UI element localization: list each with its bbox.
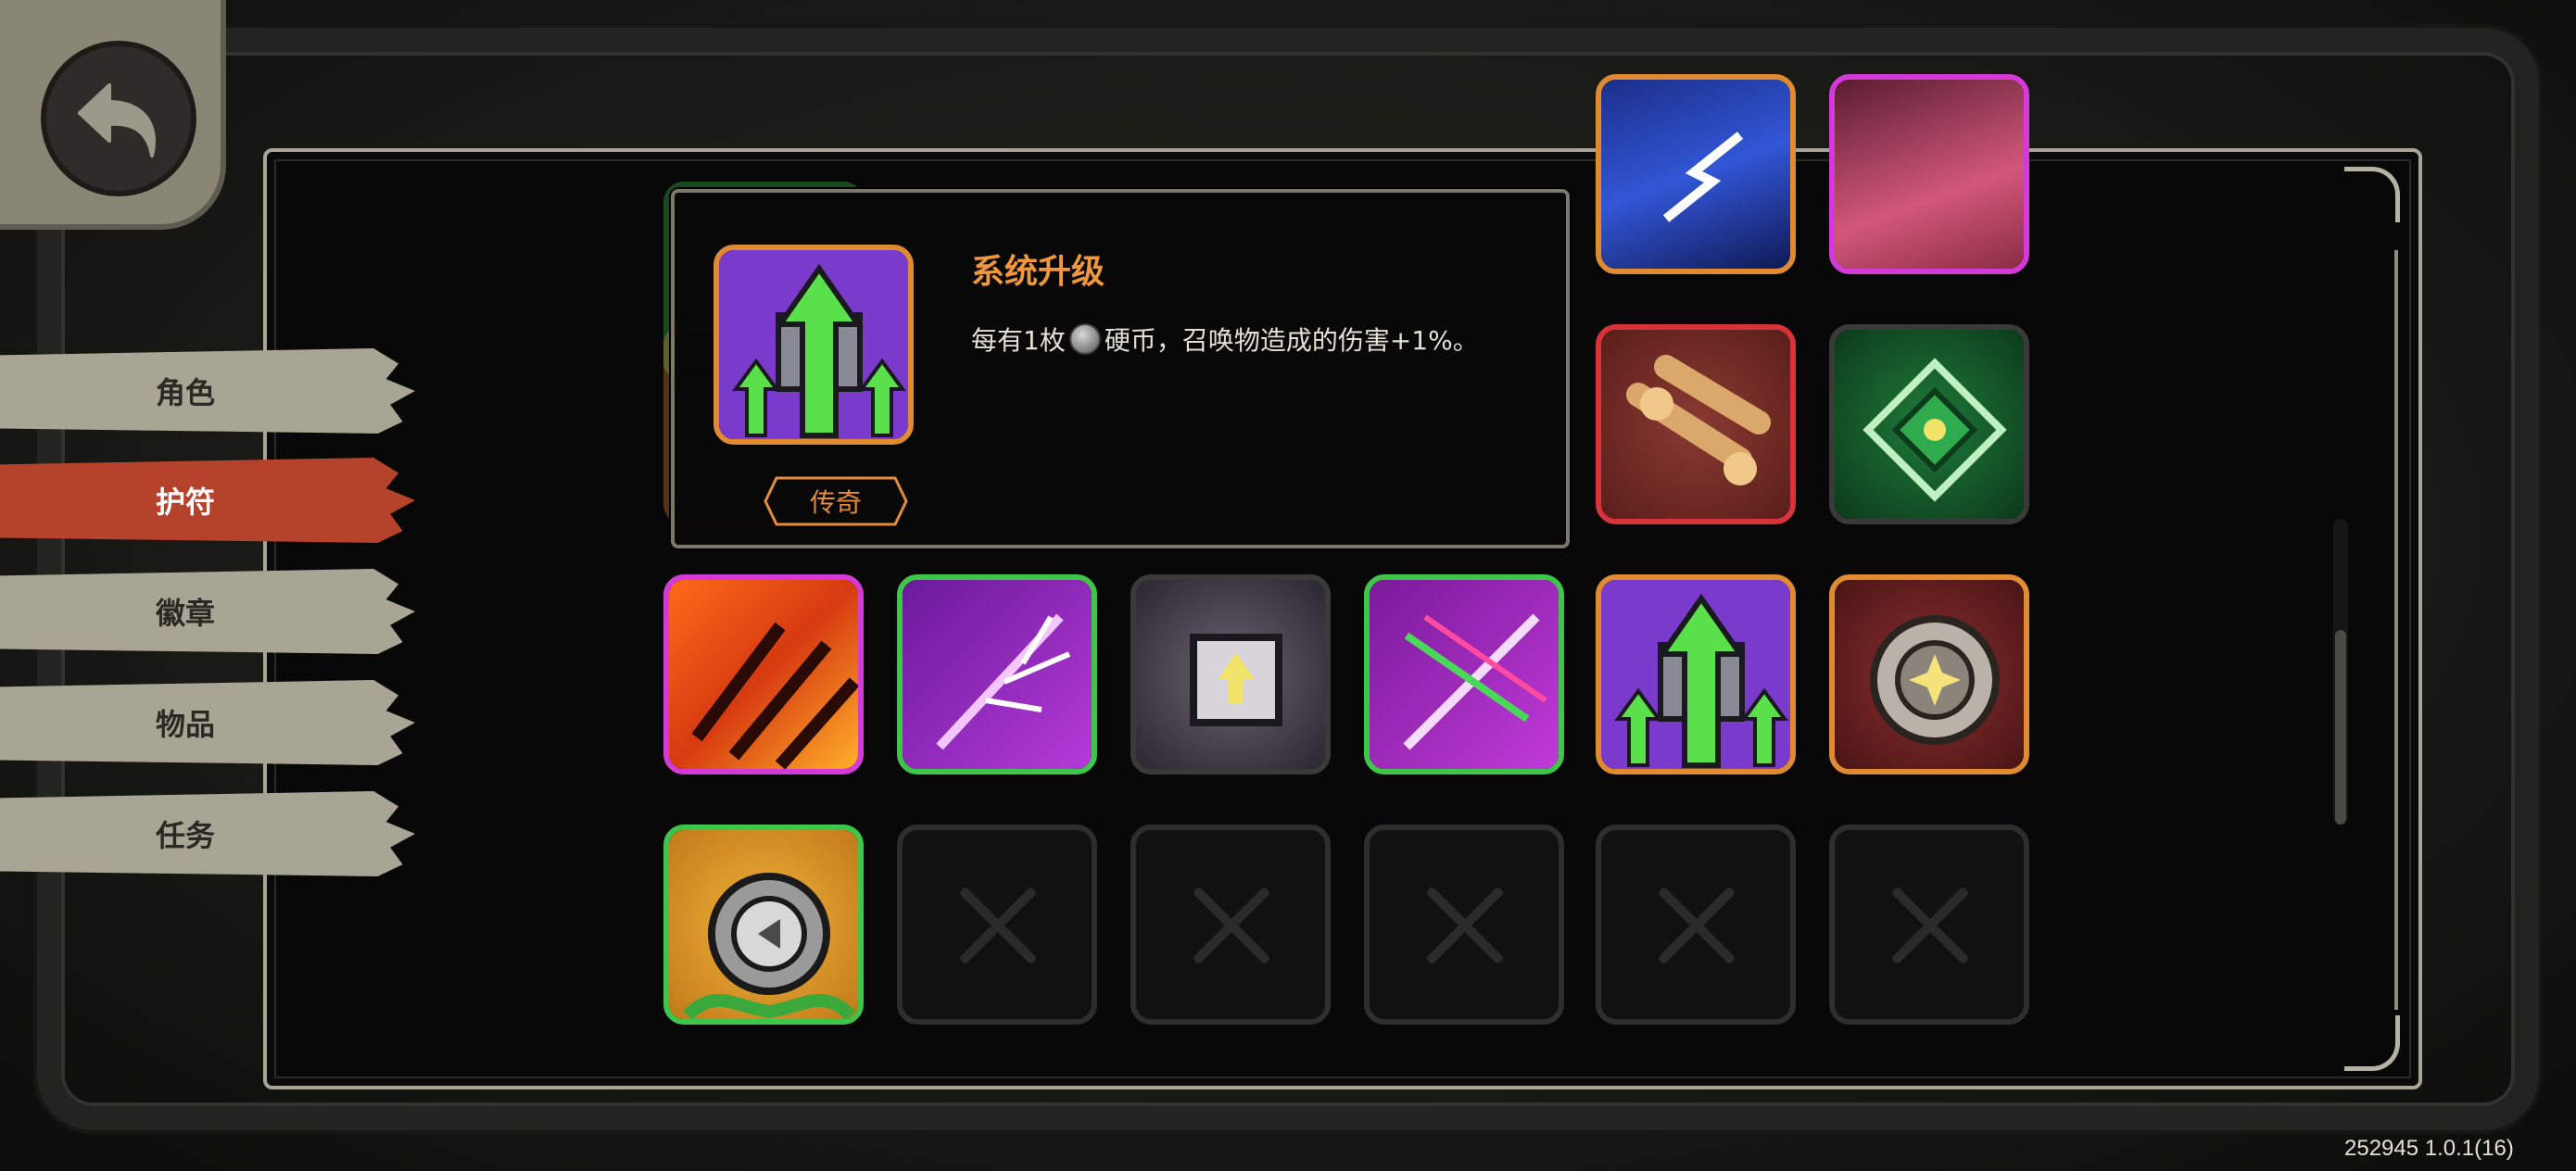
talisman-slot[interactable] xyxy=(1596,74,1796,274)
desc-before-coin: 每有1枚 xyxy=(971,325,1066,356)
empty-slot[interactable] xyxy=(1829,825,2029,1025)
empty-x-icon xyxy=(1425,886,1505,965)
empty-slot[interactable] xyxy=(1130,825,1331,1025)
silver-coin-icon xyxy=(669,830,858,1019)
tab-items[interactable]: 物品 xyxy=(0,680,415,765)
rarity-label: 传奇 xyxy=(809,487,862,518)
rarity-badge: 传奇 xyxy=(764,476,908,526)
tab-quests[interactable]: 任务 xyxy=(0,791,415,876)
talisman-slot[interactable] xyxy=(1829,324,2029,524)
tab-badge[interactable]: 徽章 xyxy=(0,569,415,654)
green-rune-diamond-icon xyxy=(1835,330,2024,519)
empty-x-icon xyxy=(1890,886,1970,965)
tech-portal-icon xyxy=(1136,580,1325,769)
back-button[interactable] xyxy=(41,41,196,196)
talisman-slot[interactable] xyxy=(1130,574,1331,774)
back-arrow-icon xyxy=(78,83,156,157)
system-upgrade-icon xyxy=(719,250,908,439)
talisman-slot[interactable] xyxy=(1596,324,1796,524)
empty-x-icon xyxy=(1192,886,1271,965)
talisman-slot[interactable] xyxy=(1364,574,1564,774)
corner-ornament-icon xyxy=(2344,1015,2400,1071)
purple-branch-icon xyxy=(903,580,1092,769)
talisman-tooltip: 系统升级 每有1枚 硬币，召唤物造成的伤害+1%。 传奇 xyxy=(671,189,1570,548)
talisman-slot[interactable] xyxy=(1829,74,2029,274)
empty-x-icon xyxy=(958,886,1038,965)
panel-divider xyxy=(2394,250,2398,1010)
talisman-slot[interactable] xyxy=(897,574,1097,774)
tooltip-title: 系统升级 xyxy=(971,253,1105,291)
empty-x-icon xyxy=(1657,886,1736,965)
version-label: 252945 1.0.1(16) xyxy=(2344,1136,2514,1161)
desc-after-coin: 硬币，召唤物造成的伤害+1%。 xyxy=(1104,325,1479,356)
silver-medallion-icon xyxy=(1835,580,2024,769)
crossed-blades-icon xyxy=(1370,580,1559,769)
tab-character[interactable]: 角色 xyxy=(0,348,415,434)
back-button-frame xyxy=(0,0,226,230)
talisman-slot[interactable] xyxy=(663,574,864,774)
tooltip-description: 每有1枚 硬币，召唤物造成的伤害+1%。 xyxy=(971,321,1479,358)
talisman-slot[interactable] xyxy=(1596,574,1796,774)
system-upgrade-icon xyxy=(1601,580,1790,769)
claw-lightning-blue-icon xyxy=(1601,80,1790,269)
double-fist-icon xyxy=(1601,330,1790,519)
pink-beast-icon xyxy=(1835,80,2024,269)
tab-talisman[interactable]: 护符 xyxy=(0,458,415,543)
empty-slot[interactable] xyxy=(897,825,1097,1025)
fire-claw-icon xyxy=(669,580,858,769)
empty-slot[interactable] xyxy=(1596,825,1796,1025)
talisman-slot[interactable] xyxy=(663,825,864,1025)
tooltip-talisman-slot xyxy=(713,245,914,445)
scrollbar-thumb[interactable] xyxy=(2335,630,2346,825)
talisman-slot[interactable] xyxy=(1829,574,2029,774)
corner-ornament-icon xyxy=(2344,167,2400,222)
empty-slot[interactable] xyxy=(1364,825,1564,1025)
coin-icon xyxy=(1068,323,1101,355)
